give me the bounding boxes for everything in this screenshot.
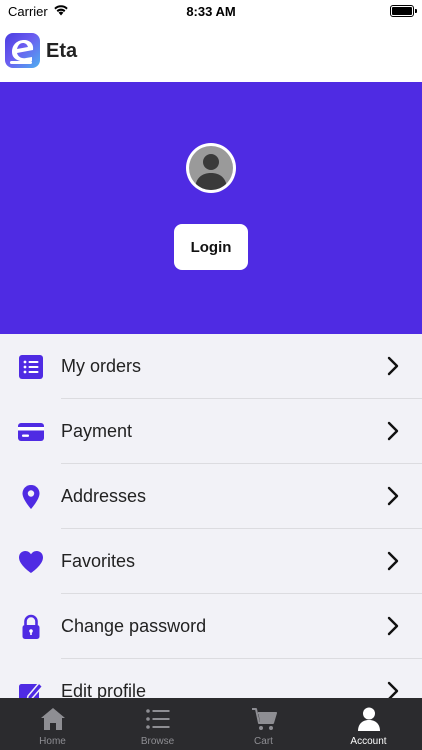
tab-label: Browse — [140, 736, 175, 747]
menu-item-label: Favorites — [61, 551, 136, 571]
browse-list-icon — [145, 706, 171, 732]
menu-item-change-password[interactable]: Change password — [0, 594, 422, 659]
cart-icon — [251, 706, 277, 732]
tab-account[interactable]: Account — [316, 698, 421, 750]
chevron-right-icon — [386, 421, 400, 441]
tab-label: Account — [350, 736, 387, 747]
tab-cart[interactable]: Cart — [211, 698, 316, 750]
account-icon — [356, 706, 382, 732]
menu-item-my-orders[interactable]: My orders — [0, 334, 422, 399]
app-logo — [5, 33, 40, 68]
app-title: Eta — [46, 40, 78, 62]
tab-browse[interactable]: Browse — [105, 698, 210, 750]
menu-item-addresses[interactable]: Addresses — [0, 464, 422, 529]
menu-item-label: Addresses — [61, 486, 147, 506]
login-button[interactable]: Login — [174, 224, 248, 270]
menu-item-label: My orders — [61, 356, 142, 376]
credit-card-icon — [18, 419, 44, 445]
heart-icon — [18, 549, 44, 575]
tab-home[interactable]: Home — [0, 698, 105, 750]
app-header: Eta — [0, 24, 422, 82]
menu-item-payment[interactable]: Payment — [0, 399, 422, 464]
tab-label: Cart — [254, 736, 273, 747]
user-silhouette-icon — [189, 146, 233, 190]
chevron-right-icon — [386, 486, 400, 506]
menu-item-label: Change password — [61, 616, 207, 636]
chevron-right-icon — [386, 616, 400, 636]
tab-label: Home — [39, 736, 66, 747]
chevron-right-icon — [386, 551, 400, 571]
lock-icon — [18, 614, 44, 640]
avatar[interactable] — [186, 143, 236, 193]
status-time: 8:33 AM — [186, 4, 236, 19]
menu-item-label: Payment — [61, 421, 133, 441]
tab-bar: Home Browse Cart Account — [0, 698, 422, 750]
account-menu: My orders Payment Addresses Favorites Ch… — [0, 334, 422, 724]
chevron-right-icon — [386, 356, 400, 376]
status-bar: Carrier 8:33 AM — [0, 0, 422, 24]
profile-hero: Login — [0, 82, 422, 334]
location-pin-icon — [18, 484, 44, 510]
list-icon — [18, 354, 44, 380]
home-icon — [40, 706, 66, 732]
battery-icon — [390, 5, 417, 17]
menu-item-favorites[interactable]: Favorites — [0, 529, 422, 594]
